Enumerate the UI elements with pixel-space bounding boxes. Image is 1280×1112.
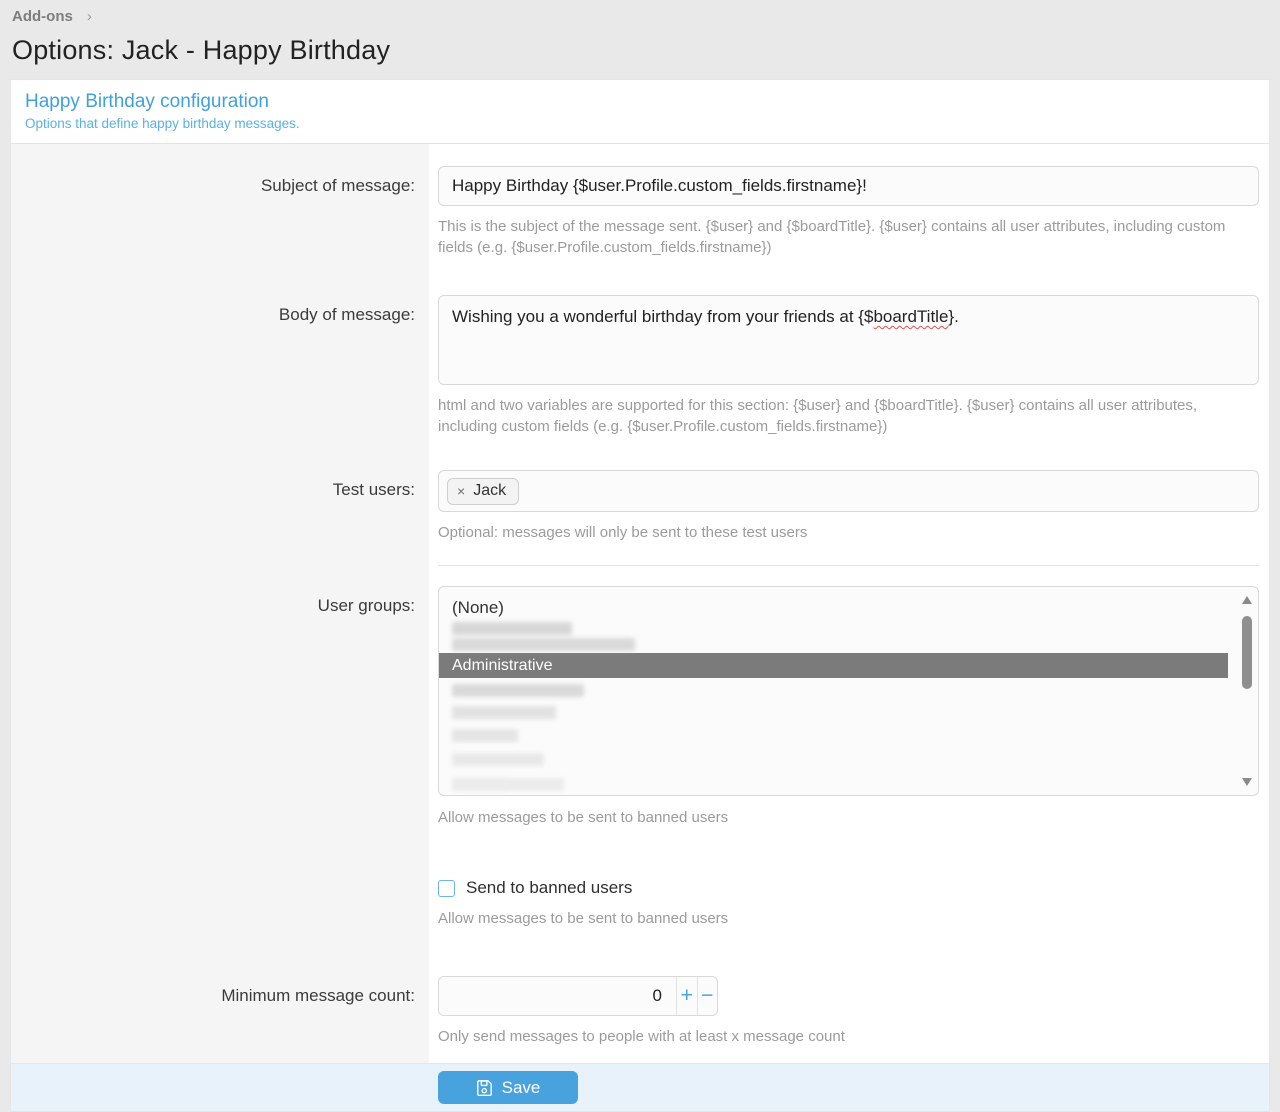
banned-field-cell: Send to banned users Allow messages to b… (429, 842, 1269, 943)
user-groups-listbox[interactable]: (None) Administrative (438, 586, 1259, 796)
banned-help: Allow messages to be sent to banned user… (438, 908, 1259, 929)
breadcrumb-addons-link[interactable]: Add-ons (12, 8, 73, 25)
user-groups-field-cell: (None) Administrative Al (429, 566, 1269, 842)
panel-heading: Happy Birthday configuration (25, 91, 1255, 113)
subject-input[interactable] (438, 166, 1259, 206)
save-button-label: Save (502, 1078, 541, 1098)
user-group-option-redacted[interactable] (452, 706, 556, 719)
test-users-input[interactable]: × Jack (438, 470, 1259, 512)
user-group-option-redacted[interactable] (452, 638, 635, 651)
test-user-tag: × Jack (447, 478, 519, 505)
body-text-misspelled: boardTitle (873, 307, 948, 326)
body-text-before: Wishing you a wonderful birthday from yo… (452, 307, 873, 326)
save-button[interactable]: Save (438, 1071, 578, 1104)
user-group-option-redacted[interactable] (452, 622, 572, 635)
send-to-banned-checkbox[interactable] (438, 880, 455, 897)
subject-field-cell: This is the subject of the message sent.… (429, 144, 1269, 272)
scroll-up-icon[interactable] (1242, 596, 1252, 604)
panel-subheading: Options that define happy birthday messa… (25, 116, 1255, 131)
breadcrumb: Add-ons › (12, 6, 1268, 26)
user-group-option-redacted[interactable] (452, 753, 544, 766)
test-users-label: Test users: (11, 451, 429, 566)
options-panel: Happy Birthday configuration Options tha… (10, 79, 1270, 1112)
listbox-scrollbar[interactable] (1239, 590, 1255, 792)
save-floppy-icon (476, 1079, 493, 1096)
increment-button[interactable]: + (677, 977, 698, 1015)
min-count-stepper: + − (438, 976, 718, 1016)
scrollbar-thumb[interactable] (1242, 616, 1252, 689)
chevron-right-icon: › (87, 9, 92, 24)
body-textarea[interactable]: Wishing you a wonderful birthday from yo… (438, 295, 1259, 385)
user-groups-label: User groups: (11, 566, 429, 842)
subject-help: This is the subject of the message sent.… (438, 216, 1259, 258)
user-group-option-none[interactable]: (None) (439, 596, 1258, 620)
decrement-button[interactable]: − (698, 977, 718, 1015)
scroll-down-icon[interactable] (1242, 778, 1252, 786)
remove-tag-icon[interactable]: × (457, 484, 465, 498)
panel-header: Happy Birthday configuration Options tha… (11, 80, 1269, 144)
banned-check-row: Send to banned users (438, 878, 1259, 898)
test-users-field-cell: × Jack Optional: messages will only be s… (429, 451, 1269, 566)
min-count-help: Only send messages to people with at lea… (438, 1026, 1259, 1047)
page-title: Options: Jack - Happy Birthday (12, 35, 1268, 66)
options-form: Subject of message: This is the subject … (11, 144, 1269, 1063)
user-groups-help: Allow messages to be sent to banned user… (438, 807, 1259, 828)
user-group-option-redacted[interactable] (452, 684, 584, 697)
min-count-field-cell: + − Only send messages to people with at… (429, 943, 1269, 1063)
test-user-tag-label: Jack (473, 482, 506, 500)
body-help: html and two variables are supported for… (438, 395, 1259, 437)
test-users-help: Optional: messages will only be sent to … (438, 522, 1259, 543)
banned-label-cell (11, 842, 429, 943)
user-group-option-administrative[interactable]: Administrative (439, 653, 1228, 678)
subject-label: Subject of message: (11, 144, 429, 272)
top-bar: Add-ons › Options: Jack - Happy Birthday (0, 0, 1280, 66)
body-field-cell: Wishing you a wonderful birthday from yo… (429, 272, 1269, 451)
body-label: Body of message: (11, 272, 429, 451)
min-count-input[interactable] (439, 977, 677, 1015)
min-count-label: Minimum message count: (11, 943, 429, 1063)
send-to-banned-label[interactable]: Send to banned users (466, 878, 632, 898)
user-group-option-redacted[interactable] (452, 729, 518, 742)
body-text-after: }. (948, 307, 958, 326)
form-footer: Save (11, 1063, 1269, 1111)
user-group-option-redacted[interactable] (452, 778, 564, 791)
